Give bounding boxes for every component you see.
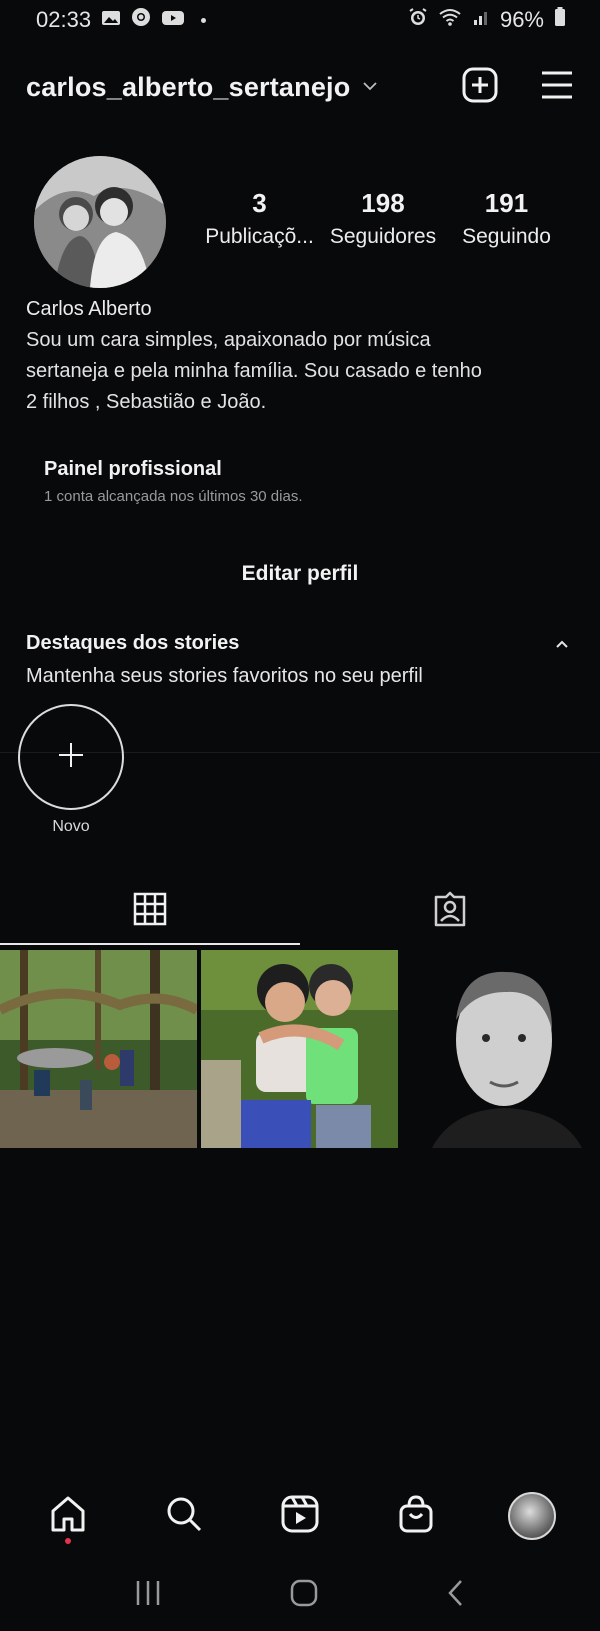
youtube-icon	[161, 7, 185, 33]
nav-profile[interactable]	[502, 1486, 562, 1546]
tagged-icon	[432, 891, 468, 932]
display-name: Carlos Alberto	[26, 298, 152, 320]
nav-shop[interactable]	[386, 1486, 446, 1546]
new-highlight-label: Novo	[52, 818, 90, 835]
notification-dot	[65, 1538, 71, 1544]
shop-icon	[396, 1494, 436, 1539]
highlights-subtitle: Mantenha seus stories favoritos no seu p…	[26, 665, 423, 687]
posts-count[interactable]: 3 Publicaçõ...	[198, 188, 321, 249]
post-thumbnail[interactable]	[402, 950, 599, 1148]
battery-icon	[554, 7, 566, 33]
post-thumbnail[interactable]	[0, 950, 197, 1148]
back-icon[interactable]	[445, 1578, 467, 1613]
highlights-title: Destaques dos stories	[26, 632, 240, 654]
reels-icon	[280, 1494, 320, 1539]
post-thumbnail[interactable]	[201, 950, 398, 1148]
home-button-icon[interactable]	[289, 1578, 319, 1613]
nav-search[interactable]	[154, 1486, 214, 1546]
profile-avatar-small	[508, 1492, 556, 1540]
tab-tagged[interactable]	[300, 880, 600, 942]
menu-icon[interactable]	[540, 70, 574, 105]
profile-header: carlos_alberto_sertanejo	[26, 62, 574, 112]
status-time: 02:33	[36, 7, 92, 32]
grid-icon	[133, 892, 167, 931]
profile-avatar[interactable]	[34, 156, 166, 288]
plus-icon	[57, 741, 85, 774]
status-bar: 02:33 96%	[0, 0, 600, 40]
posts-grid	[0, 950, 600, 1148]
bio-line: Sou um cara simples, apaixonado por músi…	[26, 329, 431, 351]
profile-stats: 3 Publicaçõ... 198 Seguidores 191 Seguin…	[198, 188, 568, 249]
profile-bio: Sou um cara simples, apaixonado por músi…	[26, 325, 574, 418]
stat-value: 191	[484, 188, 529, 218]
home-icon	[48, 1494, 88, 1539]
battery-percent: 96%	[499, 7, 544, 32]
tab-posts-grid[interactable]	[0, 880, 300, 942]
alarm-icon	[408, 7, 428, 33]
stat-label: Publicaçõ...	[205, 225, 314, 248]
signal-icon	[472, 7, 490, 33]
chevron-up-icon[interactable]	[554, 636, 570, 654]
active-tab-indicator	[0, 943, 300, 945]
chevron-down-icon[interactable]	[362, 78, 378, 96]
stat-value: 3	[252, 188, 267, 218]
nav-reels[interactable]	[270, 1486, 330, 1546]
system-navigation	[0, 1570, 600, 1620]
bio-line: 2 filhos , Sebastião e João.	[26, 391, 267, 413]
bio-line: sertaneja e pela minha família. Sou casa…	[26, 360, 482, 382]
edit-profile-button[interactable]: Editar perfil	[26, 556, 574, 592]
username[interactable]: carlos_alberto_sertanejo	[26, 72, 350, 103]
chrome-icon	[131, 7, 151, 33]
following-count[interactable]: 191 Seguindo	[445, 188, 568, 249]
gallery-icon	[101, 7, 121, 33]
new-highlight-button[interactable]	[18, 704, 124, 810]
panel-title: Painel profissional	[44, 458, 222, 480]
wifi-icon	[438, 7, 462, 33]
recent-apps-icon[interactable]	[133, 1579, 163, 1612]
new-post-icon[interactable]	[462, 67, 498, 108]
bottom-navigation	[0, 1486, 600, 1546]
notification-dot	[201, 17, 207, 23]
profile-tabs	[0, 880, 600, 946]
professional-dashboard[interactable]: Painel profissional 1 conta alcançada no…	[44, 458, 303, 505]
stat-label: Seguidores	[329, 225, 437, 248]
followers-count[interactable]: 198 Seguidores	[322, 188, 445, 249]
panel-subtitle: 1 conta alcançada nos últimos 30 dias.	[44, 488, 303, 505]
search-icon	[164, 1494, 204, 1539]
nav-home[interactable]	[38, 1486, 98, 1546]
stat-label: Seguindo	[462, 225, 551, 248]
stat-value: 198	[361, 188, 405, 218]
